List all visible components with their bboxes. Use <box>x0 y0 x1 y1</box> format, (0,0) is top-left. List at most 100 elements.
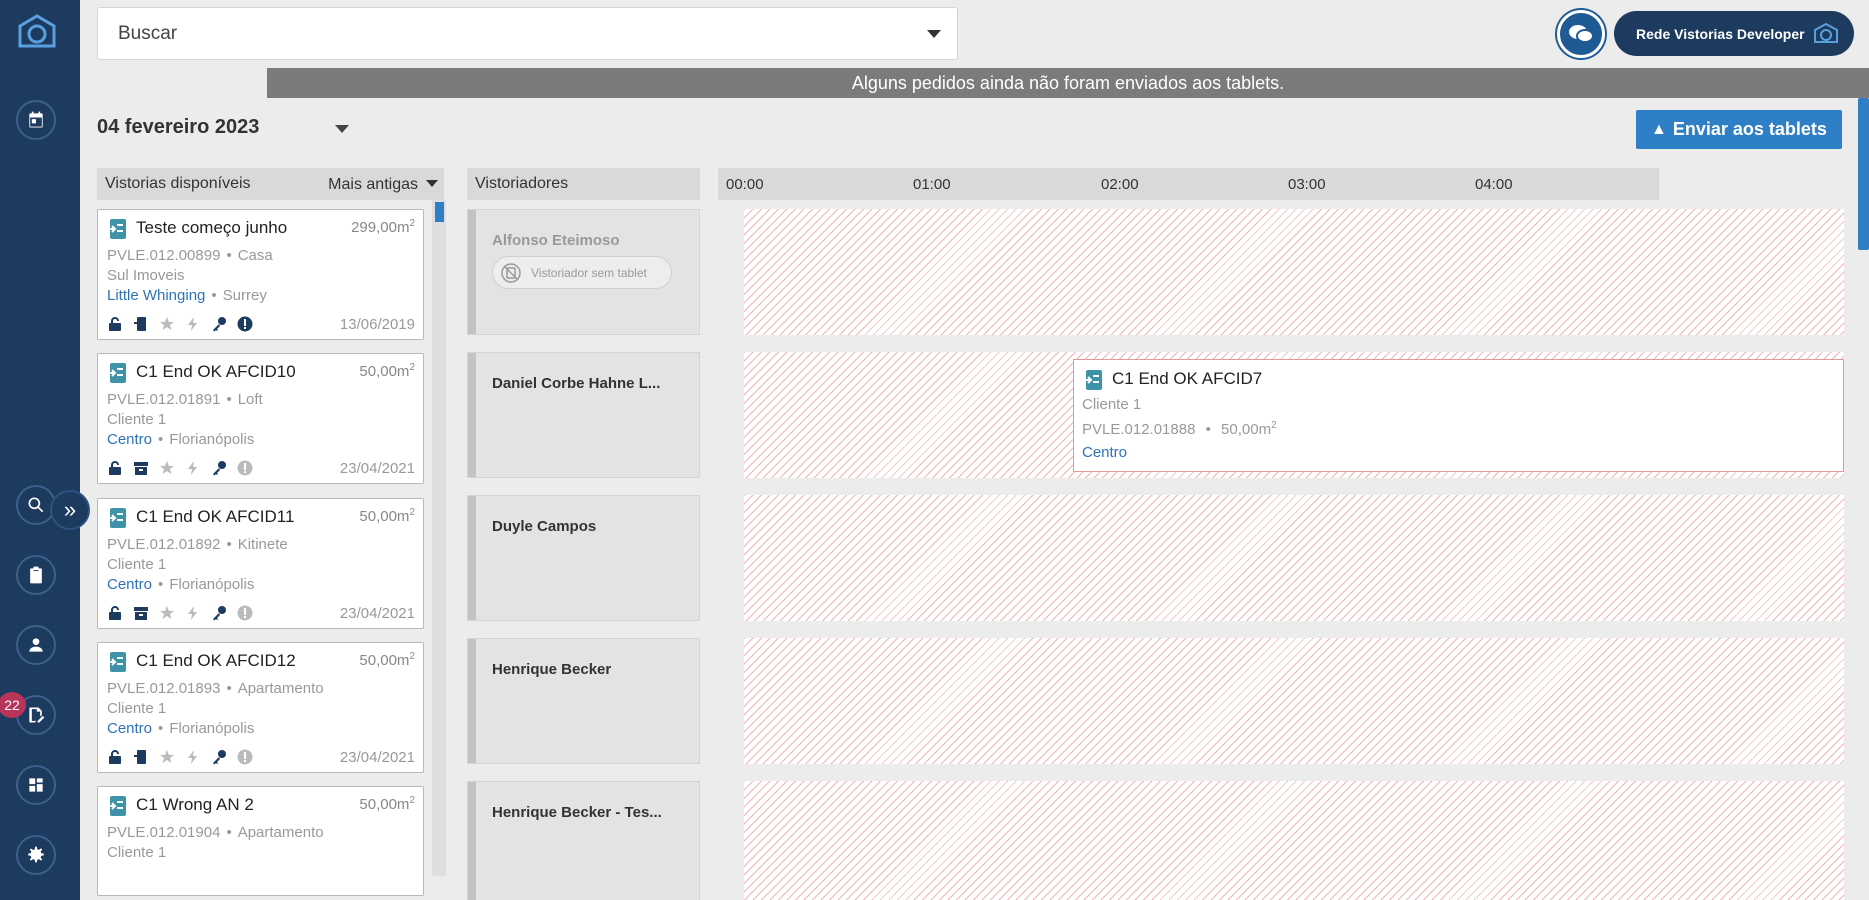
event-area-exponent: 2 <box>1271 420 1277 431</box>
inspector-row-bar <box>468 353 476 477</box>
chat-button[interactable] <box>1557 10 1605 58</box>
expand-sidebar-button[interactable]: » <box>50 490 90 530</box>
card-district[interactable]: Centro <box>107 576 152 593</box>
page-scrollbar[interactable] <box>1858 98 1869 250</box>
inspection-card[interactable]: C1 Wrong AN 2 50,00m2 PVLE.012.01904 • Apart… <box>97 786 424 896</box>
card-location-line: Centro • Florianópolis <box>107 431 255 448</box>
card-area-exponent: 2 <box>409 218 415 229</box>
inspection-doc-icon <box>107 651 128 673</box>
event-area: 50,00m <box>1221 421 1272 438</box>
clipboard-icon[interactable] <box>16 555 56 595</box>
card-property-type: Apartamento <box>237 824 324 841</box>
card-client: Sul Imoveis <box>107 267 185 284</box>
inspection-card[interactable]: C1 End OK AFCID11 50,00m2 PVLE.012.01892 • K… <box>97 498 424 629</box>
time-tick: 01:00 <box>913 176 951 193</box>
inspector-row[interactable]: Henrique Becker <box>467 638 700 764</box>
camera-logo-icon <box>1814 22 1838 43</box>
inspector-row[interactable]: Daniel Corbe Hahne L... <box>467 352 700 478</box>
card-area: 50,00m2 <box>359 362 415 380</box>
send-to-tablets-button[interactable]: ▲ Enviar aos tablets <box>1636 110 1842 149</box>
calendar-icon[interactable] <box>16 100 56 140</box>
gear-icon[interactable] <box>16 835 56 875</box>
key-icon <box>211 316 227 332</box>
card-area-value: 299,00m <box>351 219 410 236</box>
unsent-orders-banner: Alguns pedidos ainda não foram enviados … <box>267 68 1869 98</box>
available-list-scrollbar[interactable] <box>432 200 446 876</box>
inspection-doc-icon <box>107 507 128 529</box>
card-area: 50,00m2 <box>359 651 415 669</box>
card-district[interactable]: Little Whinging <box>107 287 205 304</box>
card-area: 50,00m2 <box>359 507 415 525</box>
card-area-value: 50,00m <box>359 652 410 669</box>
alert-icon <box>237 605 253 621</box>
date-picker[interactable]: 04 fevereiro 2023 <box>97 116 259 139</box>
bolt-icon <box>185 749 201 765</box>
bolt-icon <box>185 316 201 332</box>
lock-icon <box>107 316 123 332</box>
lock-icon <box>107 749 123 765</box>
card-status-icons <box>107 749 253 765</box>
inspection-doc-icon <box>107 362 128 384</box>
inspector-row-bar <box>468 639 476 763</box>
lock-icon <box>107 460 123 476</box>
search-select[interactable]: Buscar <box>97 7 958 60</box>
inspection-doc-icon <box>1083 370 1102 390</box>
event-title: C1 End OK AFCID7 <box>1112 369 1263 388</box>
inspection-card[interactable]: Teste começo junho 299,00m2 PVLE.012.00899… <box>97 209 424 340</box>
dashboard-icon[interactable] <box>16 765 56 805</box>
date-chevron-down-icon[interactable] <box>335 125 349 133</box>
chevron-down-icon[interactable] <box>927 30 941 38</box>
timeline-lane[interactable] <box>744 781 1844 900</box>
no-tablet-icon <box>501 263 521 283</box>
inspector-row-bar <box>468 210 476 334</box>
sort-chevron-down-icon[interactable] <box>426 180 438 187</box>
card-location-line: Little Whinging • Surrey <box>107 287 267 304</box>
inspector-row-bar <box>468 496 476 620</box>
account-button[interactable]: Rede Vistorias Developer <box>1614 11 1854 56</box>
card-code: PVLE.012.01893 <box>107 680 221 697</box>
timeline-lane[interactable] <box>744 209 1844 335</box>
card-property-type: Loft <box>237 391 263 408</box>
card-status-icons <box>107 316 253 332</box>
timeline-lane[interactable] <box>744 495 1844 621</box>
scheduled-inspection-card[interactable]: C1 End OK AFCID7 Cliente 1 PVLE.012.0188… <box>1073 359 1844 472</box>
card-client: Cliente 1 <box>107 844 167 861</box>
card-area-value: 50,00m <box>359 796 410 813</box>
app-logo-icon[interactable] <box>14 12 60 52</box>
sort-select[interactable]: Mais antigas <box>328 176 418 194</box>
card-code: PVLE.012.01891 <box>107 391 221 408</box>
star-icon <box>159 316 175 332</box>
key-icon <box>211 749 227 765</box>
available-list-scroll-thumb[interactable] <box>435 202 444 222</box>
event-code: PVLE.012.01888 <box>1082 421 1196 438</box>
card-date: 13/06/2019 <box>339 316 415 333</box>
inspector-row[interactable]: Henrique Becker - Tes... <box>467 781 700 900</box>
inspector-row[interactable]: Alfonso Eteimoso Vistoriador sem tablet <box>467 209 700 335</box>
card-code-line: PVLE.012.01892 • Kitinete <box>107 536 288 553</box>
inspector-name: Henrique Becker <box>492 661 612 678</box>
account-name: Rede Vistorias Developer <box>1636 25 1805 42</box>
card-city: Florianópolis <box>169 431 255 448</box>
card-district[interactable]: Centro <box>107 720 152 737</box>
inspection-card[interactable]: C1 End OK AFCID10 50,00m2 PVLE.012.01891 • L… <box>97 353 424 484</box>
card-client: Cliente 1 <box>107 700 167 717</box>
card-title: Teste começo junho <box>136 218 288 237</box>
timeline-lane[interactable] <box>744 638 1844 764</box>
lock-icon <box>107 605 123 621</box>
event-district[interactable]: Centro <box>1082 444 1127 461</box>
available-header-label: Vistorias disponíveis <box>105 175 251 192</box>
card-code: PVLE.012.01892 <box>107 536 221 553</box>
inspection-card[interactable]: C1 End OK AFCID12 50,00m2 PVLE.012.01893 • A… <box>97 642 424 773</box>
card-district[interactable]: Centro <box>107 431 152 448</box>
time-tick: 00:00 <box>726 176 764 193</box>
inspector-name: Henrique Becker - Tes... <box>492 804 662 821</box>
time-tick: 04:00 <box>1475 176 1513 193</box>
no-tablet-tag: Vistoriador sem tablet <box>492 256 672 289</box>
card-date: 23/04/2021 <box>339 460 415 477</box>
inspector-row[interactable]: Duyle Campos <box>467 495 700 621</box>
card-area-exponent: 2 <box>409 795 415 806</box>
tablet-icon <box>133 749 149 765</box>
card-code: PVLE.012.01904 <box>107 824 221 841</box>
tablet-icon <box>133 316 149 332</box>
user-icon[interactable] <box>16 625 56 665</box>
